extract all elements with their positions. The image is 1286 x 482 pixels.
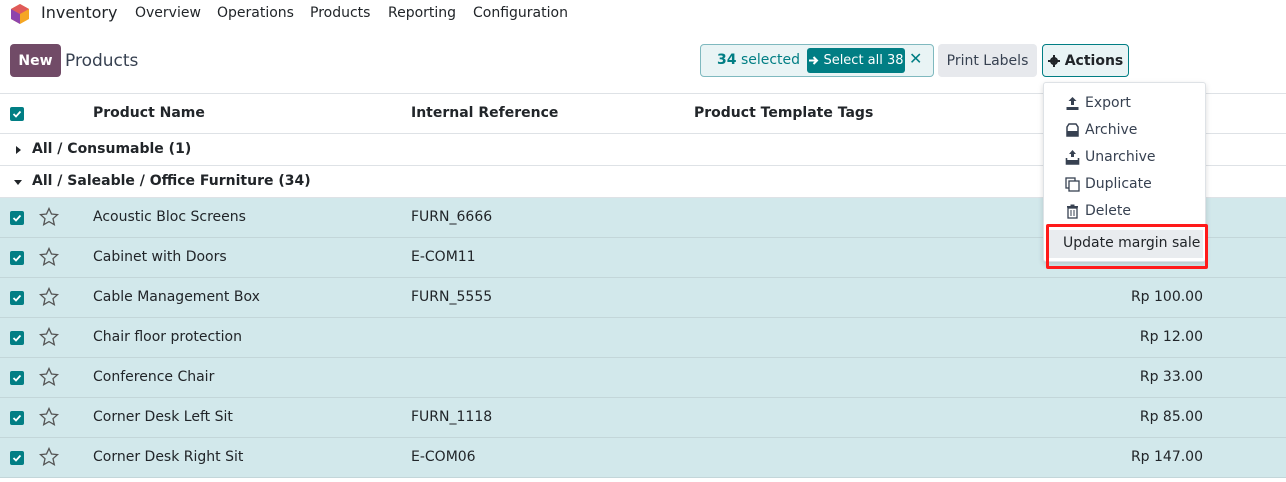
checkmark-icon (12, 374, 22, 382)
checkmark-icon (12, 334, 22, 342)
nav-operations[interactable]: Operations (217, 5, 294, 21)
checkmark-icon (12, 454, 22, 462)
checkmark-icon (12, 110, 22, 118)
nav-overview[interactable]: Overview (135, 5, 201, 21)
menu-item-label: Archive (1085, 122, 1138, 138)
arrow-right-icon (809, 56, 819, 65)
upload-icon (1066, 97, 1079, 110)
favorite-star-icon[interactable] (38, 206, 60, 227)
favorite-star-icon[interactable] (38, 406, 60, 427)
group-label: All / Saleable / Office Furniture (34) (32, 173, 311, 189)
select-all-label: Select all 38 (823, 53, 904, 68)
row-checkbox[interactable] (10, 251, 24, 265)
cell-price: Rp 147.00 (1130, 449, 1203, 465)
cell-product-name: Acoustic Bloc Screens (93, 209, 246, 225)
unarchive-icon (1065, 150, 1080, 165)
menu-item-unarchive[interactable]: Unarchive (1044, 144, 1205, 171)
col-internal-reference[interactable]: Internal Reference (411, 105, 558, 121)
favorite-star-icon[interactable] (38, 246, 60, 267)
nav-reporting[interactable]: Reporting (388, 5, 456, 21)
cell-price: Rp 85.00 (1139, 409, 1203, 425)
copy-icon (1065, 177, 1080, 192)
menu-item-archive[interactable]: Archive (1044, 117, 1205, 144)
table-row[interactable]: Chair floor protection Rp 12.00 (0, 318, 1286, 358)
menu-item-delete[interactable]: Delete (1044, 198, 1205, 225)
selected-count: 34 (717, 52, 737, 68)
caret-right-icon (16, 146, 21, 154)
top-navbar: Inventory Overview Operations Products R… (0, 0, 1286, 28)
cell-product-name: Corner Desk Left Sit (93, 409, 233, 425)
cell-price: Rp 33.00 (1139, 369, 1203, 385)
cell-price: Rp 12.00 (1139, 329, 1203, 345)
row-checkbox[interactable] (10, 371, 24, 385)
inventory-app-icon[interactable] (11, 4, 29, 24)
cell-product-name: Cable Management Box (93, 289, 260, 305)
nav-configuration[interactable]: Configuration (473, 5, 568, 21)
table-row[interactable]: Cable Management Box FURN_5555 Rp 100.00 (0, 278, 1286, 318)
archive-icon (1066, 123, 1079, 137)
actions-button[interactable]: Actions (1042, 44, 1129, 77)
print-labels-button[interactable]: Print Labels (938, 44, 1037, 77)
unselect-close-icon[interactable]: ✕ (909, 49, 922, 68)
row-checkbox[interactable] (10, 331, 24, 345)
checkmark-icon (12, 214, 22, 222)
cell-product-name: Corner Desk Right Sit (93, 449, 244, 465)
favorite-star-icon[interactable] (38, 366, 60, 387)
table-row[interactable]: Corner Desk Left Sit FURN_1118 Rp 85.00 (0, 398, 1286, 438)
page-title: Products (65, 51, 139, 71)
menu-item-label: Unarchive (1085, 149, 1156, 165)
favorite-star-icon[interactable] (38, 286, 60, 307)
menu-item-update-margin-sale[interactable]: Update margin sale (1048, 230, 1203, 258)
nav-products[interactable]: Products (310, 5, 370, 21)
table-row[interactable]: Conference Chair Rp 33.00 (0, 358, 1286, 398)
col-template-tags[interactable]: Product Template Tags (694, 105, 873, 121)
row-checkbox[interactable] (10, 451, 24, 465)
favorite-star-icon[interactable] (38, 326, 60, 347)
table-row[interactable]: Corner Desk Right Sit E-COM06 Rp 147.00 (0, 438, 1286, 478)
checkmark-icon (12, 294, 22, 302)
new-button[interactable]: New (10, 44, 61, 77)
row-checkbox[interactable] (10, 411, 24, 425)
menu-item-label: Delete (1085, 203, 1131, 219)
cell-internal-reference: E-COM11 (411, 249, 476, 265)
group-label: All / Consumable (1) (32, 141, 192, 157)
menu-item-export[interactable]: Export (1044, 90, 1205, 117)
checkmark-icon (12, 414, 22, 422)
menu-item-label: Export (1085, 95, 1131, 111)
cell-internal-reference: FURN_1118 (411, 409, 493, 425)
menu-item-label: Duplicate (1085, 176, 1152, 192)
cell-internal-reference: FURN_6666 (411, 209, 493, 225)
caret-down-icon (14, 180, 22, 185)
menu-item-duplicate[interactable]: Duplicate (1044, 171, 1205, 198)
cell-product-name: Cabinet with Doors (93, 249, 227, 265)
cell-price: Rp 100.00 (1130, 289, 1203, 305)
cell-internal-reference: FURN_5555 (411, 289, 493, 305)
cell-product-name: Chair floor protection (93, 329, 242, 345)
select-all-checkbox[interactable] (10, 107, 24, 121)
trash-icon (1067, 204, 1078, 219)
cell-internal-reference: E-COM06 (411, 449, 476, 465)
row-checkbox[interactable] (10, 211, 24, 225)
cell-product-name: Conference Chair (93, 369, 215, 385)
row-checkbox[interactable] (10, 291, 24, 305)
select-all-button[interactable]: Select all 38 (807, 48, 905, 73)
gear-icon (1047, 54, 1060, 67)
selection-indicator: 34 selected Select all 38 ✕ (700, 44, 934, 77)
actions-dropdown-menu: Export Archive Unarchive Duplicate Delet… (1043, 82, 1206, 262)
menu-item-label: Update margin sale (1063, 235, 1201, 251)
actions-label: Actions (1064, 52, 1124, 69)
app-name[interactable]: Inventory (41, 3, 117, 22)
selected-count-text: 34 selected (717, 52, 800, 68)
col-product-name[interactable]: Product Name (93, 105, 205, 121)
selected-suffix: selected (740, 52, 801, 68)
checkmark-icon (12, 254, 22, 262)
favorite-star-icon[interactable] (38, 446, 60, 467)
